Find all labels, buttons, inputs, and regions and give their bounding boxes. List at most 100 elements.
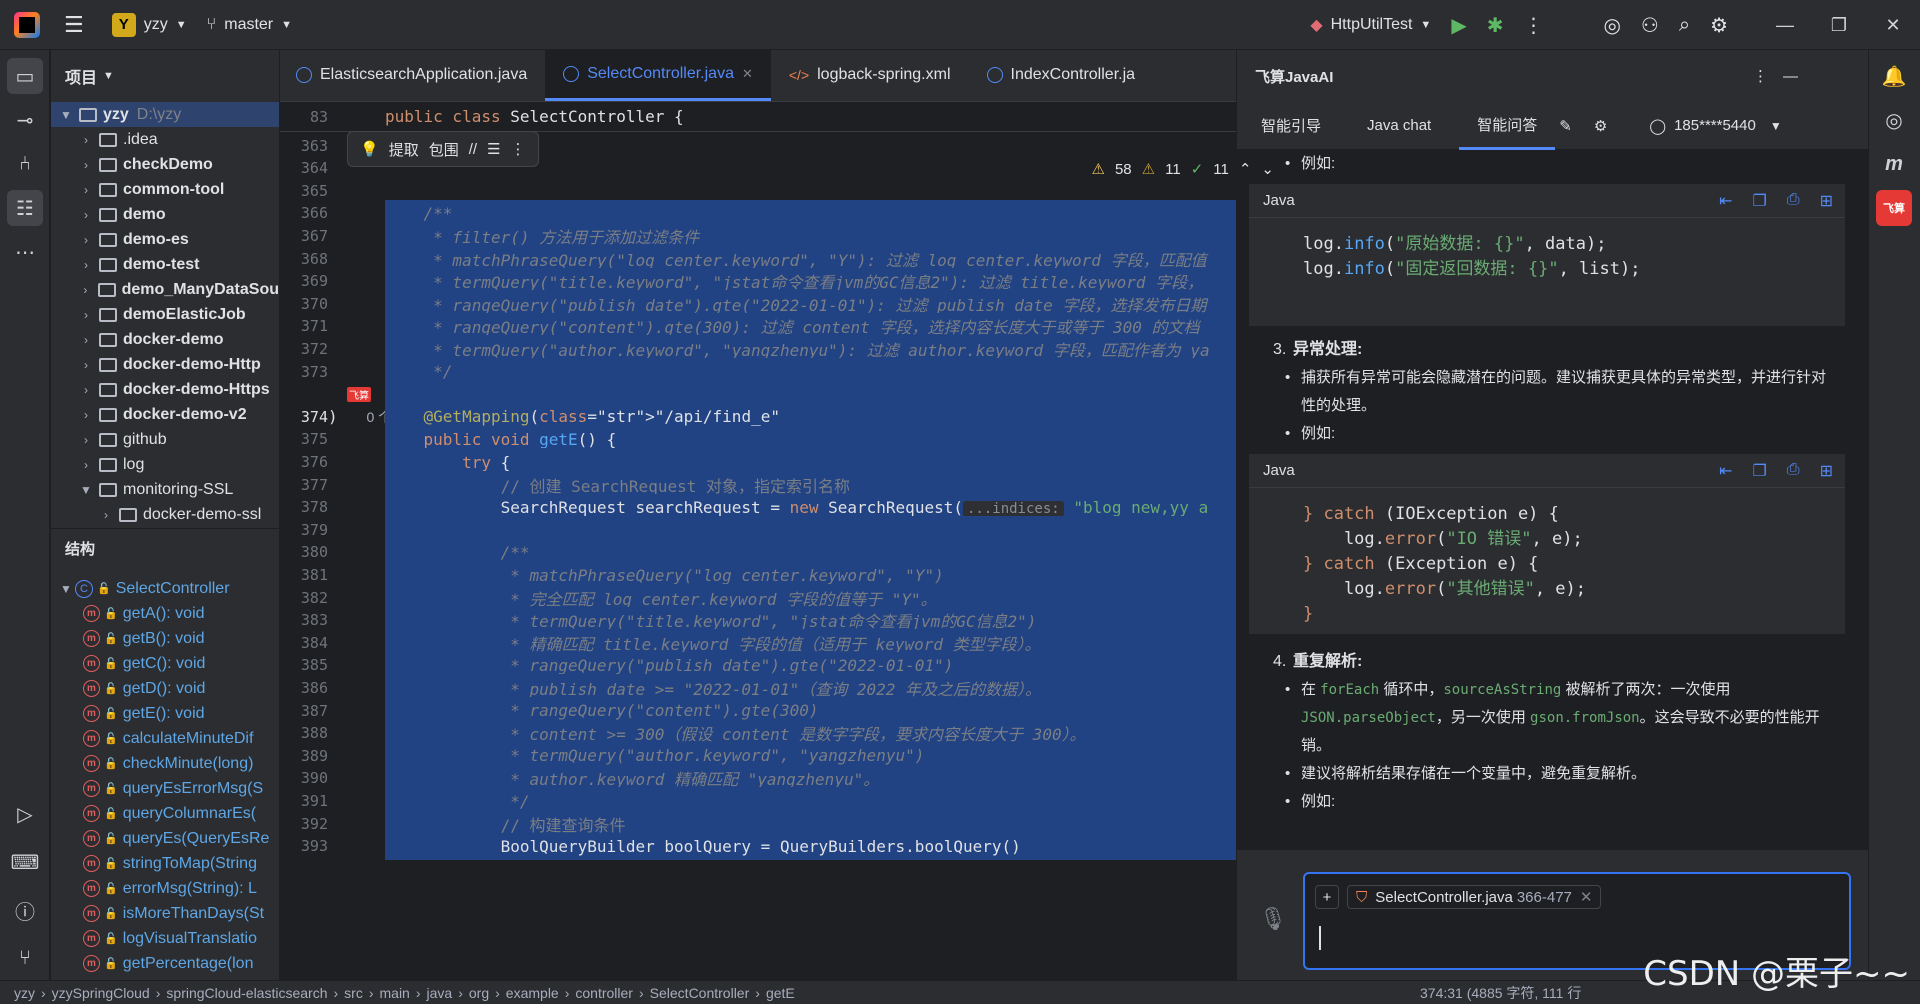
structure-tool-icon[interactable]: ☷ [7, 190, 43, 226]
services-icon[interactable]: ▷ [7, 796, 43, 832]
project-panel-header[interactable]: 项目 ▼ [51, 50, 279, 102]
breadcrumb-item[interactable]: src [344, 985, 363, 1001]
more-actions-button[interactable]: ⋮ [1513, 0, 1553, 50]
breadcrumb-item[interactable]: springCloud-elasticsearch [166, 985, 327, 1001]
structure-member[interactable]: m 🔓 queryColumnarEs( [51, 801, 279, 826]
structure-member[interactable]: m 🔓 getE(): void [51, 701, 279, 726]
structure-member[interactable]: m 🔓 logVisualTranslatio [51, 926, 279, 951]
next-highlight-icon[interactable]: ⌄ [1261, 160, 1274, 178]
insert-diff-icon[interactable]: ⇤ [1719, 461, 1732, 481]
feisuan-gutter-icon[interactable]: 飞算 [347, 386, 371, 402]
structure-member[interactable]: m 🔓 getPercentage(lon [51, 951, 279, 976]
structure-member[interactable]: m 🔓 getA(): void [51, 601, 279, 626]
breadcrumb-item[interactable]: yzySpringCloud [52, 985, 150, 1001]
panel-minimize-icon[interactable]: — [1783, 68, 1798, 85]
code-area[interactable]: 363 364 365 366 /** 367 * filter() 方法用于添加过滤条… [280, 132, 1280, 980]
comment-icon[interactable]: // [469, 141, 477, 158]
tree-item[interactable]: ▼ monitoring-SSL [51, 477, 279, 502]
tree-item[interactable]: › log [51, 452, 279, 477]
lightbulb-icon[interactable]: 💡 [360, 140, 379, 158]
copy-icon[interactable]: ❐ [1752, 191, 1766, 211]
feisuan-ai-icon[interactable]: 飞算 [1876, 190, 1912, 226]
insert-icon[interactable]: ⊞ [1820, 191, 1833, 211]
tree-item[interactable]: › demo-es [51, 227, 279, 252]
debug-button[interactable]: ✱ [1477, 0, 1514, 50]
tree-item[interactable]: › checkDemo [51, 152, 279, 177]
more-icon[interactable]: ⋮ [511, 140, 526, 158]
minimize-button[interactable]: — [1758, 0, 1812, 50]
tab-logback-spring[interactable]: </> logback-spring.xml [771, 49, 969, 101]
panel-options-icon[interactable]: ⋮ [1753, 67, 1768, 85]
project-tool-icon[interactable]: ▭ [7, 58, 43, 94]
tree-item[interactable]: › docker-demo-ssl [51, 502, 279, 527]
tab-java-chat[interactable]: Java chat [1349, 102, 1449, 150]
structure-member[interactable]: m 🔓 calculateMinuteDif [51, 726, 279, 751]
maven-icon[interactable]: m [1876, 146, 1912, 182]
breadcrumb-item[interactable]: yzy [14, 985, 35, 1001]
breadcrumb-item[interactable]: main [380, 985, 410, 1001]
breadcrumb-item[interactable]: example [506, 985, 559, 1001]
tab-index-controller[interactable]: IndexController.ja [969, 49, 1154, 101]
structure-member[interactable]: m 🔓 getD(): void [51, 676, 279, 701]
structure-member[interactable]: m 🔓 queryEs(QueryEsRe [51, 826, 279, 851]
tree-root[interactable]: ▼ yzy D:\yzy [51, 102, 279, 127]
breadcrumb-item[interactable]: getE [766, 985, 795, 1001]
tab-smart-qa[interactable]: 智能问答 [1459, 102, 1556, 150]
maximize-button[interactable]: ❐ [1812, 0, 1866, 50]
tree-item[interactable]: › demo [51, 202, 279, 227]
tree-item[interactable]: › demo-test [51, 252, 279, 277]
tree-item[interactable]: › docker-demo-Http [51, 352, 279, 377]
user-id[interactable]: 185****5440 [1674, 117, 1756, 134]
copy-icon[interactable]: ❐ [1752, 461, 1766, 481]
commit-tool-icon[interactable]: ⊸ [7, 102, 43, 138]
breadcrumb-item[interactable]: java [427, 985, 453, 1001]
breadcrumb-item[interactable]: controller [575, 985, 633, 1001]
new-file-icon[interactable]: ⎙ [1787, 191, 1800, 211]
run-config-selector[interactable]: ◆ HttpUtilTest ▼ [1300, 0, 1441, 50]
search-icon[interactable]: ⌕ [1669, 0, 1700, 50]
close-button[interactable]: ✕ [1866, 0, 1920, 50]
tree-item[interactable]: › docker-demo-Https [51, 377, 279, 402]
tree-item[interactable]: › docker-demo-v2 [51, 402, 279, 427]
extract-button[interactable]: 提取 [389, 139, 419, 160]
breadcrumb-item[interactable]: org [469, 985, 489, 1001]
structure-member[interactable]: m 🔓 errorMsg(String): L [51, 876, 279, 901]
structure-class[interactable]: ▼ C 🔓 SelectController [51, 576, 279, 601]
tree-item[interactable]: › docker-demo [51, 327, 279, 352]
tab-select-controller[interactable]: SelectController.java ✕ [545, 49, 771, 101]
branch-switcher[interactable]: ⑂ master ▼ [197, 0, 302, 50]
tree-item[interactable]: › demo_ManyDataSou [51, 277, 279, 302]
prev-highlight-icon[interactable]: ⌃ [1239, 160, 1252, 178]
chevron-down-icon[interactable]: ▼ [1770, 119, 1782, 133]
add-context-icon[interactable]: + [1315, 885, 1339, 909]
structure-member[interactable]: m 🔓 checkMinute(long) [51, 751, 279, 776]
tree-item[interactable]: › github [51, 427, 279, 452]
tab-elasticsearch-application[interactable]: ElasticsearchApplication.java [280, 49, 545, 101]
ai-chat-icon[interactable]: ◎ [1876, 102, 1912, 138]
close-tab-icon[interactable]: ✕ [742, 66, 753, 82]
new-file-icon[interactable]: ⎙ [1787, 461, 1800, 481]
pull-requests-icon[interactable]: ⑃ [7, 146, 43, 182]
more-tools-icon[interactable]: ⋯ [7, 234, 43, 270]
inspection-widget[interactable]: ⚠ 58 ⚠ 11 ✓ 11 ⌃ ⌄ [1092, 160, 1274, 179]
settings-icon[interactable]: ⚙ [1594, 117, 1607, 135]
settings-gear-icon[interactable]: ⚙ [1700, 0, 1738, 50]
ai-assistant-icon[interactable]: ◎ [1593, 0, 1630, 50]
run-button[interactable]: ▶ [1441, 0, 1476, 50]
add-user-icon[interactable]: ⚇ [1631, 0, 1669, 50]
insert-icon[interactable]: ⊞ [1820, 461, 1833, 481]
git-icon[interactable]: ⑂ [7, 940, 43, 976]
breadcrumb-item[interactable]: SelectController [650, 985, 750, 1001]
edit-icon[interactable]: ✎ [1559, 117, 1572, 135]
terminal-icon[interactable]: ⌨ [7, 844, 43, 880]
insert-diff-icon[interactable]: ⇤ [1719, 191, 1732, 211]
tab-smart-guide[interactable]: 智能引导 [1243, 102, 1339, 150]
structure-member[interactable]: m 🔓 getB(): void [51, 626, 279, 651]
main-menu-button[interactable]: ☰ [54, 0, 94, 50]
tree-item[interactable]: › common-tool [51, 177, 279, 202]
remove-context-icon[interactable]: ✕ [1580, 888, 1593, 906]
tree-item[interactable]: › demoElasticJob [51, 302, 279, 327]
problems-icon[interactable]: ⓘ [7, 892, 43, 928]
tree-item[interactable]: › .idea [51, 127, 279, 152]
surround-button[interactable]: 包围 [429, 139, 459, 160]
